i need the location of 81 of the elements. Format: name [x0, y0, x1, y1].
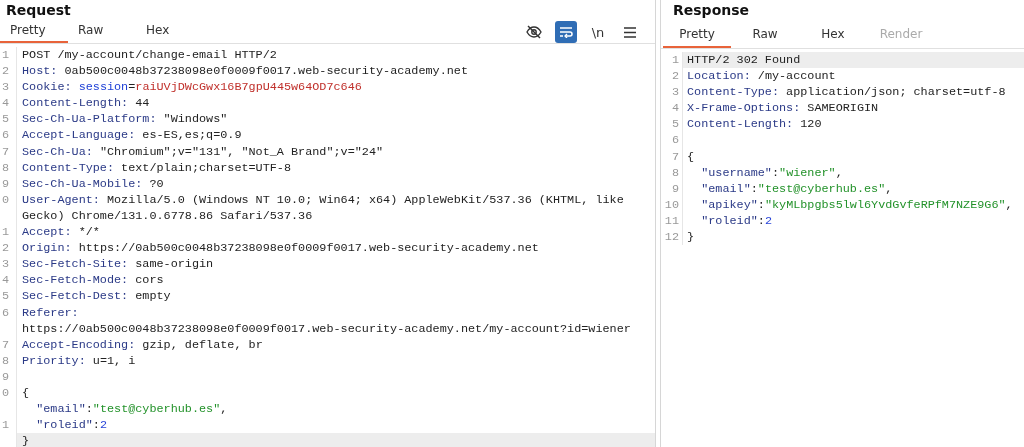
code-line: Sec-Fetch-Mode: cors — [22, 273, 164, 288]
code-line: "username":"wiener", — [700, 165, 843, 180]
eye-slash-icon — [526, 25, 542, 39]
code-line: { — [22, 385, 30, 400]
line-number: 1 — [2, 417, 10, 434]
line-number: 8 — [2, 352, 10, 369]
line-number: 3 — [2, 79, 10, 96]
line-number: 3 — [671, 84, 679, 101]
line-number: 7 — [671, 148, 679, 165]
tab[interactable]: Raw — [68, 19, 136, 43]
line-number: 5 — [2, 288, 10, 305]
code-line: Gecko) Chrome/131.0.6778.86 Safari/537.36 — [22, 208, 313, 223]
line-number: 7 — [2, 143, 10, 160]
wrap-icon — [559, 26, 573, 38]
line-number: 2 — [2, 63, 10, 80]
line-number: 0 — [2, 384, 10, 402]
wrap-toggle[interactable] — [555, 21, 577, 43]
line-number: 1 — [671, 52, 679, 69]
code-line: Accept-Language: es-ES,es;q=0.9 — [22, 128, 242, 143]
tab[interactable]: Pretty — [0, 19, 68, 43]
pane-title: Response — [672, 1, 751, 20]
code-line: Cookie: session=raiUVjDWcGwx16B7gpU445w64OD7c646 — [22, 80, 362, 95]
code-line: Accept-Encoding: gzip, deflate, br — [22, 337, 263, 352]
tab[interactable]: Hex — [799, 21, 867, 48]
code-line: Content-Type: text/plain;charset=UTF-8 — [22, 160, 291, 175]
code-line: { — [687, 149, 695, 164]
line-number: 8 — [671, 164, 679, 181]
code-line: Sec-Fetch-Site: same-origin — [22, 257, 214, 272]
code-line: Sec-Ch-Ua-Mobile: ?0 — [22, 176, 164, 191]
line-number: 3 — [2, 256, 10, 273]
tab[interactable]: Raw — [731, 21, 799, 48]
line-number: 5 — [2, 111, 10, 128]
code-line: Referer: — [22, 305, 79, 320]
tab[interactable]: Hex — [136, 19, 204, 43]
line-number: 6 — [671, 132, 679, 149]
code-line: User-Agent: Mozilla/5.0 (Windows NT 10.0; Win64; x64) AppleWebKit/537.36 (KHTML, like — [22, 192, 624, 207]
line-number: 6 — [2, 304, 10, 321]
code-line: Content-Length: 120 — [687, 117, 822, 132]
line-number: 10 — [664, 196, 679, 213]
line-number: 2 — [671, 68, 679, 85]
code-line: Sec-Fetch-Dest: empty — [22, 289, 171, 304]
code-line: X-Frame-Options: SAMEORIGIN — [687, 101, 879, 116]
line-number: 11 — [664, 212, 679, 230]
line-number: 1 — [2, 224, 10, 241]
code-line: } — [687, 230, 695, 245]
code-line: Sec-Ch-Ua: "Chromium";v="131", "Not_A Brand";v="24" — [22, 144, 384, 159]
code-line: HTTP/2 302 Found — [687, 53, 801, 67]
line-number: 4 — [671, 100, 679, 117]
code-line: "email":"test@cyberhub.es", — [35, 402, 228, 417]
code-line: Content-Type: application/json; charset=utf-8 — [687, 85, 1006, 100]
line-number: 1 — [2, 47, 10, 64]
code-line: Host: 0ab500c0048b37238098e0f0009f0017.web-security-academy.net — [22, 64, 468, 79]
line-number: 9 — [2, 175, 10, 192]
line-number: 9 — [671, 180, 679, 197]
line-number: 2 — [2, 240, 10, 257]
code-line: Content-Length: 44 — [22, 96, 150, 111]
pane-title: Request — [5, 1, 72, 19]
line-number: 4 — [2, 272, 10, 289]
code-line: POST /my-account/change-email HTTP/2 — [22, 48, 277, 62]
line-number: 5 — [671, 116, 679, 133]
code-line: Priority: u=1, i — [22, 353, 136, 368]
code-line: "email":"test@cyberhub.es", — [700, 181, 893, 196]
line-number: 0 — [2, 191, 10, 208]
code-line: "roleid":2 — [35, 418, 107, 433]
newline-toggle[interactable]: \n — [587, 21, 609, 43]
code-line: } — [22, 434, 30, 447]
line-number: 6 — [2, 127, 10, 144]
code-line: Location: /my-account — [687, 69, 836, 84]
code-line: Accept: */* — [22, 225, 100, 240]
line-number: 12 — [664, 229, 679, 246]
code-line: Origin: https://0ab500c0048b37238098e0f0009f0017.web-security-academy.net — [22, 241, 539, 256]
code-line: Sec-Ch-Ua-Platform: "Windows" — [22, 112, 228, 127]
line-number: 4 — [2, 95, 10, 112]
code-line: "apikey":"kyMLbpgbs5lwl6YvdGvfeRPfM7NZE9G6", — [700, 197, 1013, 212]
tab[interactable]: Pretty — [663, 21, 731, 48]
code-line: "roleid":2 — [700, 213, 772, 228]
menu-icon — [624, 26, 636, 38]
line-number: 8 — [2, 159, 10, 176]
line-number: 9 — [2, 368, 10, 385]
code-line: https://0ab500c0048b37238098e0f0009f0017.web-security-academy.net/my-account?id=wiener — [22, 321, 631, 336]
line-number: 7 — [2, 336, 10, 353]
